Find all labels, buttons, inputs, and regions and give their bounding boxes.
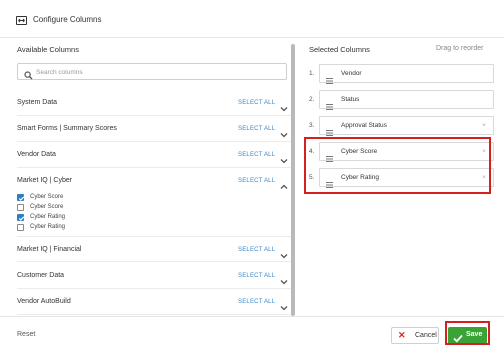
item-number: 3.	[309, 122, 315, 129]
dialog-header: Configure Columns	[0, 0, 504, 38]
group-market-iq-financial[interactable]: Market IQ | Financial SELECT ALL	[17, 236, 291, 262]
checkbox-checked[interactable]	[17, 214, 25, 221]
chevron-down-icon[interactable]	[280, 246, 288, 264]
cancel-button[interactable]: ✕ Cancel	[391, 327, 439, 344]
checkbox-unchecked[interactable]	[17, 204, 24, 211]
selected-item-label: Status	[341, 96, 360, 103]
group-name: Smart Forms | Summary Scores	[17, 125, 117, 132]
item-number: 2.	[309, 96, 315, 103]
select-all-button[interactable]: SELECT ALL	[238, 247, 275, 253]
group-name: System Data	[17, 99, 58, 106]
select-all-button[interactable]: SELECT ALL	[238, 273, 275, 279]
select-all-button[interactable]: SELECT ALL	[238, 100, 275, 106]
cyber-column-list: Cyber Score Cyber Score Cyber Rating Cyb…	[17, 193, 291, 233]
group-name: Customer Data	[17, 272, 65, 279]
column-layout-icon	[16, 16, 27, 25]
group-name: Market IQ | Financial	[17, 246, 82, 253]
search-input[interactable]	[36, 66, 276, 78]
remove-icon[interactable]: ×	[482, 122, 486, 129]
column-checkbox-row[interactable]: Cyber Score	[17, 193, 217, 203]
selected-item-card[interactable]: Status	[319, 90, 494, 110]
dialog-footer: Reset ✕ Cancel Save	[0, 316, 504, 359]
drag-handle-icon[interactable]	[326, 71, 333, 89]
drag-handle-icon[interactable]	[326, 97, 333, 115]
checkbox-label: Cyber Score	[30, 194, 64, 200]
item-number: 1.	[309, 70, 315, 77]
column-checkbox-row[interactable]: Cyber Score	[17, 203, 217, 213]
group-name: Market IQ | Cyber	[17, 177, 73, 184]
group-vendor-autobuild[interactable]: Vendor AutoBuild SELECT ALL	[17, 289, 291, 315]
chevron-down-icon[interactable]	[280, 272, 288, 290]
group-name: Vendor Data	[17, 151, 56, 158]
reorder-hint: Drag to reorder	[436, 45, 484, 52]
chevron-down-icon[interactable]	[280, 151, 288, 169]
close-icon: ✕	[398, 330, 406, 340]
select-all-button[interactable]: SELECT ALL	[238, 178, 275, 184]
highlight-box-save	[445, 321, 490, 345]
selected-item[interactable]: 2. Status	[309, 90, 495, 110]
group-smart-forms[interactable]: Smart Forms | Summary Scores SELECT ALL	[17, 116, 291, 142]
group-name: Vendor AutoBuild	[17, 298, 71, 305]
checkbox-checked[interactable]	[17, 194, 25, 201]
checkbox-label: Cyber Rating	[30, 214, 66, 220]
selected-columns-heading: Selected Columns	[309, 45, 370, 54]
scrollbar[interactable]	[291, 44, 295, 316]
chevron-down-icon[interactable]	[280, 298, 288, 316]
select-all-button[interactable]: SELECT ALL	[238, 299, 275, 305]
selected-item[interactable]: 3. Approval Status ×	[309, 116, 495, 136]
checkbox-label: Cyber Rating	[30, 224, 66, 230]
chevron-down-icon[interactable]	[280, 125, 288, 143]
search-icon	[24, 67, 33, 85]
group-market-iq-cyber[interactable]: Market IQ | Cyber SELECT ALL	[17, 168, 291, 194]
group-customer-data[interactable]: Customer Data SELECT ALL	[17, 263, 291, 289]
select-all-button[interactable]: SELECT ALL	[238, 126, 275, 132]
select-all-button[interactable]: SELECT ALL	[238, 152, 275, 158]
reset-button[interactable]: Reset	[17, 331, 35, 338]
column-checkbox-row[interactable]: Cyber Rating	[17, 213, 217, 223]
column-checkbox-row[interactable]: Cyber Rating	[17, 223, 217, 233]
selected-item-label: Vendor	[341, 70, 362, 77]
highlight-box-selected-cyber	[304, 137, 491, 194]
checkbox-label: Cyber Score	[30, 204, 64, 210]
selected-item-card[interactable]: Vendor	[319, 64, 494, 84]
search-box[interactable]	[17, 63, 287, 80]
selected-item-label: Approval Status	[341, 122, 387, 129]
dialog-title: Configure Columns	[33, 15, 102, 24]
available-columns-panel: Available Columns System Data SELECT ALL…	[0, 38, 296, 316]
cancel-label: Cancel	[415, 332, 437, 339]
selected-item[interactable]: 1. Vendor	[309, 64, 495, 84]
checkbox-unchecked[interactable]	[17, 224, 24, 231]
chevron-down-icon[interactable]	[280, 99, 288, 117]
group-system-data[interactable]: System Data SELECT ALL	[17, 90, 291, 116]
group-vendor-data[interactable]: Vendor Data SELECT ALL	[17, 142, 291, 168]
selected-item-card[interactable]: Approval Status ×	[319, 116, 494, 136]
available-columns-heading: Available Columns	[17, 45, 79, 54]
